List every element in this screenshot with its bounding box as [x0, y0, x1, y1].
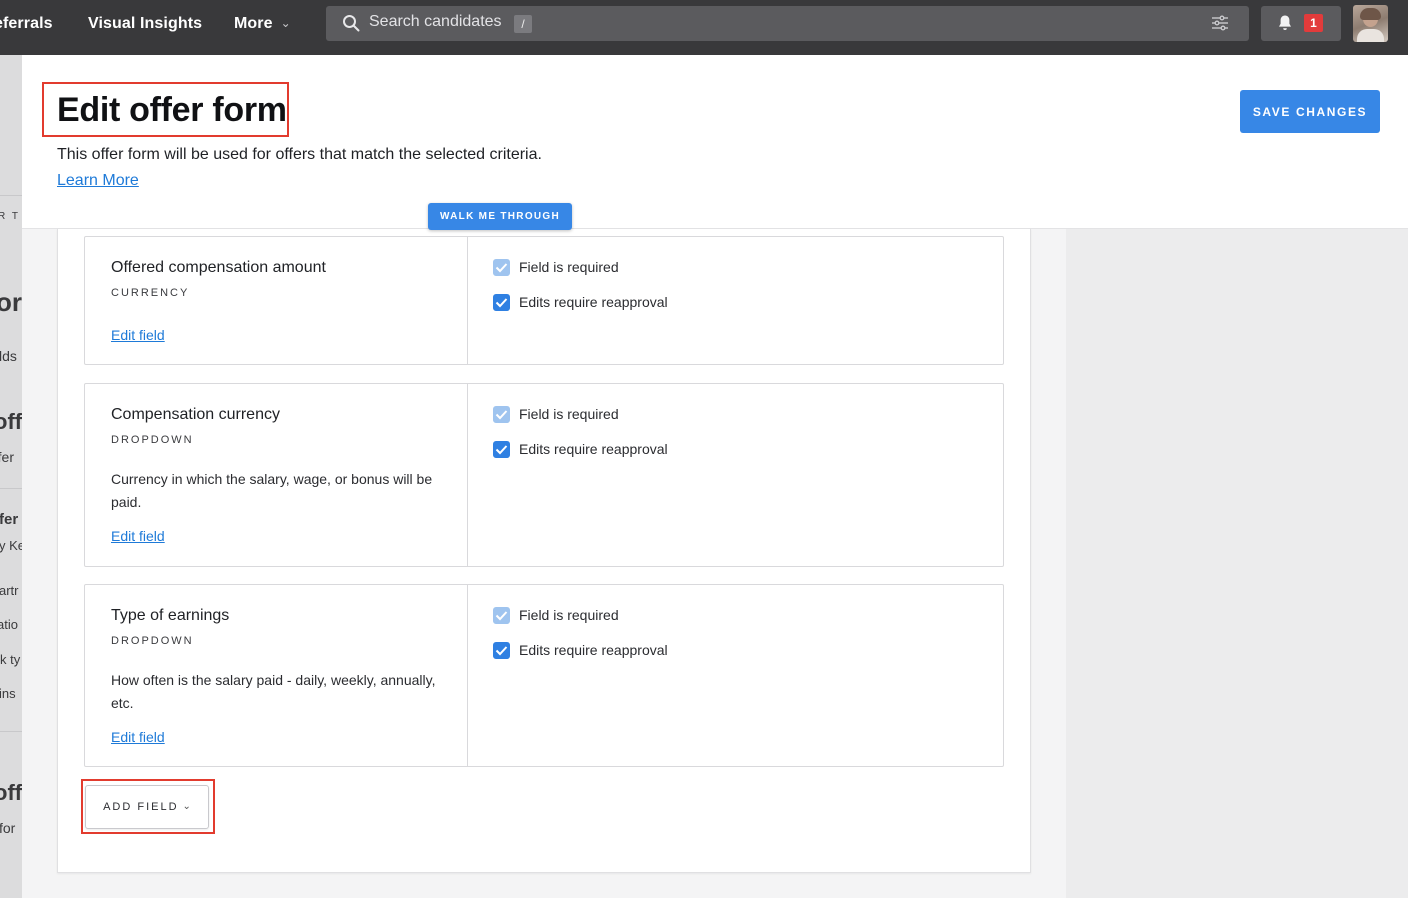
bg-divider	[0, 731, 22, 732]
field-name: Type of earnings	[111, 607, 230, 624]
reapproval-label: Edits require reapproval	[519, 642, 668, 658]
add-field-label: ADD FIELD	[103, 801, 179, 813]
bell-icon	[1279, 15, 1291, 30]
bg-fragment: off	[0, 409, 22, 434]
bg-fragment: for	[0, 820, 16, 836]
notifications-button[interactable]: 1	[1261, 6, 1341, 41]
field-name: Offered compensation amount	[111, 259, 326, 276]
field-required-label: Field is required	[519, 607, 619, 623]
field-card-divider	[467, 585, 468, 766]
check-icon	[495, 297, 508, 307]
search-shortcut-key: /	[514, 15, 532, 33]
field-required-checkbox[interactable]	[493, 606, 510, 624]
bg-fragment: ffer	[0, 511, 19, 528]
field-card-divider	[467, 237, 468, 364]
avatar-torso	[1357, 29, 1384, 42]
avatar-hair	[1360, 8, 1381, 20]
field-description: Currency in which the salary, wage, or b…	[111, 471, 433, 510]
check-icon	[495, 645, 508, 655]
check-icon	[495, 262, 508, 272]
bg-fragment: or	[0, 287, 22, 317]
reapproval-checkbox[interactable]	[493, 440, 510, 458]
field-type: DROPDOWN	[111, 434, 194, 446]
field-card-type-of-earnings: Type of earnings DROPDOWN How often is t…	[84, 584, 1004, 767]
walk-me-through-button[interactable]: WALK ME THROUGH	[428, 203, 572, 230]
top-nav-bar: eferrals Visual Insights More ⌄ Search ca…	[0, 0, 1408, 55]
nav-link-visual-insights[interactable]: Visual Insights	[88, 15, 202, 33]
bg-fragment: R T	[0, 211, 20, 222]
field-required-checkbox[interactable]	[493, 405, 510, 423]
reapproval-option[interactable]: Edits require reapproval	[493, 293, 668, 311]
edit-field-link[interactable]: Edit field	[111, 327, 165, 343]
modal-header: Edit offer form This offer form will be …	[22, 55, 1408, 229]
add-field-button[interactable]: ADD FIELD ⌄	[85, 785, 209, 829]
reapproval-option[interactable]: Edits require reapproval	[493, 440, 668, 458]
bg-fragment: lds	[0, 348, 17, 364]
field-description: How often is the salary paid - daily, we…	[111, 672, 436, 711]
nav-link-referrals[interactable]: eferrals	[0, 15, 53, 33]
chevron-down-icon: ⌄	[182, 801, 191, 812]
bg-divider	[0, 195, 22, 196]
field-required-label: Field is required	[519, 259, 619, 275]
learn-more-link[interactable]: Learn More	[57, 172, 139, 190]
bg-fragment: atio	[0, 617, 18, 632]
bg-fragment: ins	[0, 686, 16, 701]
edit-field-link[interactable]: Edit field	[111, 729, 165, 745]
nav-more-label: More	[234, 15, 273, 32]
modal-right-panel	[1066, 229, 1408, 898]
field-type: DROPDOWN	[111, 635, 194, 647]
page-subtitle: This offer form will be used for offers …	[57, 146, 542, 163]
field-name: Compensation currency	[111, 406, 280, 423]
bg-fragment: ffer	[0, 449, 14, 465]
user-avatar[interactable]	[1353, 5, 1388, 42]
save-changes-button[interactable]: SAVE CHANGES	[1240, 90, 1380, 133]
reapproval-checkbox[interactable]	[493, 641, 510, 659]
reapproval-label: Edits require reapproval	[519, 294, 668, 310]
field-card-offered-compensation-amount: Offered compensation amount CURRENCY Edi…	[84, 236, 1004, 365]
field-required-option[interactable]: Field is required	[493, 258, 619, 276]
field-required-option[interactable]: Field is required	[493, 405, 619, 423]
check-icon	[495, 610, 508, 620]
bg-fragment: k ty	[0, 652, 21, 667]
nav-more-menu[interactable]: More ⌄	[234, 15, 291, 33]
filter-sliders-icon[interactable]	[1211, 14, 1229, 32]
edit-field-link[interactable]: Edit field	[111, 528, 165, 544]
bg-fragment: y Ke	[0, 538, 22, 553]
bg-divider	[0, 488, 22, 489]
field-card-divider	[467, 384, 468, 566]
bg-fragment: artr	[0, 583, 19, 598]
field-card-compensation-currency: Compensation currency DROPDOWN Currency …	[84, 383, 1004, 567]
bg-fragment: off	[0, 780, 22, 805]
reapproval-option[interactable]: Edits require reapproval	[493, 641, 668, 659]
chevron-down-icon: ⌄	[280, 16, 291, 30]
field-required-option[interactable]: Field is required	[493, 606, 619, 624]
background-page: R T or lds off ffer ffer y Ke artr atio …	[0, 55, 22, 898]
field-type: CURRENCY	[111, 287, 190, 299]
page-title: Edit offer form	[57, 91, 287, 129]
reapproval-label: Edits require reapproval	[519, 441, 668, 457]
notification-count-badge: 1	[1304, 14, 1323, 32]
field-required-checkbox[interactable]	[493, 258, 510, 276]
search-input[interactable]: Search candidates	[369, 13, 502, 31]
search-icon	[343, 15, 360, 32]
field-required-label: Field is required	[519, 406, 619, 422]
reapproval-checkbox[interactable]	[493, 293, 510, 311]
check-icon	[495, 409, 508, 419]
search-bar[interactable]: Search candidates /	[326, 6, 1249, 41]
check-icon	[495, 444, 508, 454]
